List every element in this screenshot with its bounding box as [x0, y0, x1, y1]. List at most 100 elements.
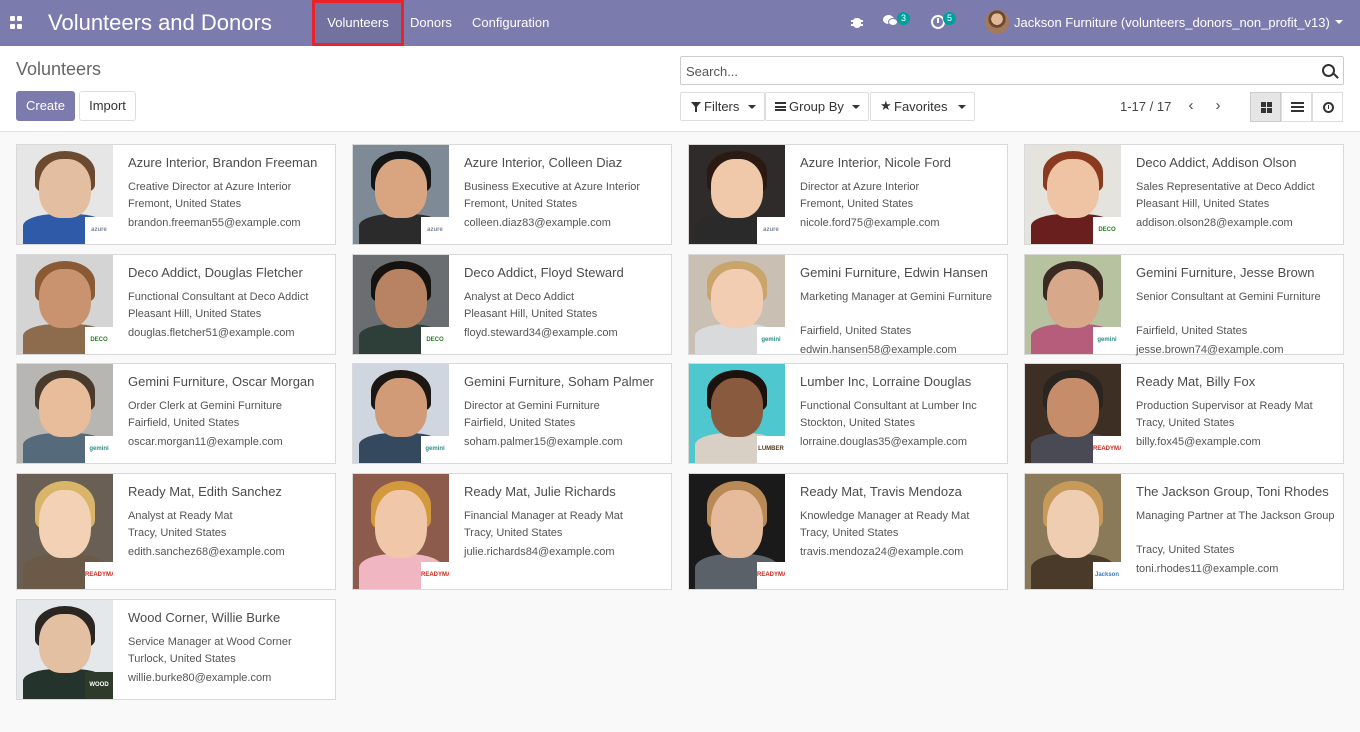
- contact-email: nicole.ford75@example.com: [800, 217, 940, 229]
- contact-email: jesse.brown74@example.com: [1136, 344, 1284, 356]
- contact-name: Azure Interior, Nicole Ford: [800, 155, 952, 170]
- company-logo-icon: gemini: [421, 436, 449, 463]
- contact-name: Lumber Inc, Lorraine Douglas: [800, 374, 972, 389]
- contact-photo: azure: [17, 145, 113, 244]
- contact-email: travis.mendoza24@example.com: [800, 546, 964, 558]
- contact-photo: READYMAT: [689, 474, 785, 589]
- caret-down-icon: [748, 105, 756, 109]
- contact-function: Senior Consultant at Gemini Furniture: [1136, 291, 1321, 303]
- user-menu-name[interactable]: Jackson Furniture (volunteers_donors_non…: [1014, 15, 1330, 30]
- contact-email: douglas.fletcher51@example.com: [128, 327, 295, 339]
- contact-card[interactable]: azure Azure Interior, Colleen Diaz Busines…: [352, 144, 672, 245]
- contact-name: The Jackson Group, Toni Rhodes: [1136, 484, 1329, 499]
- contact-function: Business Executive at Azure Interior: [464, 181, 641, 193]
- contact-location: Tracy, United States: [464, 527, 563, 539]
- apps-menu-icon[interactable]: [10, 16, 23, 29]
- contact-location: Tracy, United States: [1136, 544, 1235, 556]
- contact-card[interactable]: READYMAT Ready Mat, Edith Sanchez Analyst …: [16, 473, 336, 590]
- contact-photo: gemini: [17, 364, 113, 463]
- user-avatar[interactable]: [985, 10, 1009, 34]
- caret-down-icon: [958, 105, 966, 109]
- contact-function: Order Clerk at Gemini Furniture: [128, 400, 283, 412]
- contact-email: floyd.steward34@example.com: [464, 327, 618, 339]
- contact-photo: DECO: [353, 255, 449, 354]
- contact-photo: gemini: [353, 364, 449, 463]
- filter-icon: [691, 102, 701, 112]
- contact-card[interactable]: gemini Gemini Furniture, Oscar Morgan Orde…: [16, 363, 336, 464]
- contact-card[interactable]: DECO Deco Addict, Addison Olson Sales Repr…: [1024, 144, 1344, 245]
- contact-location: Fairfield, United States: [800, 325, 912, 337]
- pager-previous-icon[interactable]: ‹: [1184, 98, 1198, 114]
- contact-photo: READYMAT: [353, 474, 449, 589]
- contact-location: Fremont, United States: [800, 198, 914, 210]
- contact-card[interactable]: READYMAT Ready Mat, Julie Richards Financi…: [352, 473, 672, 590]
- contact-location: Fremont, United States: [128, 198, 242, 210]
- contact-function: Knowledge Manager at Ready Mat: [800, 510, 970, 522]
- import-button[interactable]: Import: [79, 91, 136, 121]
- contact-card[interactable]: azure Azure Interior, Brandon Freeman Crea…: [16, 144, 336, 245]
- contact-card[interactable]: READYMAT Ready Mat, Billy Fox Production S…: [1024, 363, 1344, 464]
- contact-location: Fairfield, United States: [128, 417, 240, 429]
- list-view-button[interactable]: [1281, 92, 1312, 122]
- filters-dropdown[interactable]: Filters: [680, 92, 765, 121]
- search-box: [680, 56, 1344, 85]
- search-icon[interactable]: [1322, 64, 1335, 77]
- contact-name: Wood Corner, Willie Burke: [128, 610, 281, 625]
- contact-email: edwin.hansen58@example.com: [800, 344, 957, 356]
- search-input[interactable]: [686, 61, 1306, 81]
- contact-email: julie.richards84@example.com: [464, 546, 615, 558]
- menu-volunteers[interactable]: Volunteers: [312, 0, 404, 46]
- contact-card[interactable]: Jackson The Jackson Group, Toni Rhodes Man…: [1024, 473, 1344, 590]
- contact-photo: READYMAT: [17, 474, 113, 589]
- contact-card[interactable]: azure Azure Interior, Nicole Ford Director…: [688, 144, 1008, 245]
- contact-location: Fairfield, United States: [1136, 325, 1248, 337]
- contact-card[interactable]: READYMAT Ready Mat, Travis Mendoza Knowled…: [688, 473, 1008, 590]
- company-logo-icon: DECO: [1093, 217, 1121, 244]
- contact-photo: azure: [689, 145, 785, 244]
- company-logo-icon: gemini: [757, 327, 785, 354]
- contact-photo: gemini: [689, 255, 785, 354]
- contact-card[interactable]: WOOD Wood Corner, Willie Burke Service Man…: [16, 599, 336, 700]
- contact-function: Functional Consultant at Lumber Inc: [800, 400, 977, 412]
- contact-photo: DECO: [1025, 145, 1121, 244]
- contact-name: Ready Mat, Travis Mendoza: [800, 484, 962, 499]
- contact-function: Director at Gemini Furniture: [464, 400, 600, 412]
- messages-count-badge: 3: [897, 12, 910, 25]
- breadcrumb-title: Volunteers: [16, 59, 102, 79]
- contact-name: Gemini Furniture, Soham Palmer: [464, 374, 655, 389]
- contact-email: addison.olson28@example.com: [1136, 217, 1293, 229]
- contact-card[interactable]: DECO Deco Addict, Floyd Steward Analyst at…: [352, 254, 672, 355]
- contact-location: Stockton, United States: [800, 417, 915, 429]
- contact-function: Financial Manager at Ready Mat: [464, 510, 623, 522]
- control-panel: Volunteers Create Import Filters Group B…: [0, 46, 1360, 132]
- contact-name: Deco Addict, Floyd Steward: [464, 265, 624, 280]
- pager-next-icon[interactable]: ›: [1211, 98, 1225, 114]
- create-button[interactable]: Create: [16, 91, 75, 121]
- contact-location: Pleasant Hill, United States: [464, 308, 598, 320]
- contact-location: Fremont, United States: [464, 198, 578, 210]
- contact-location: Tracy, United States: [800, 527, 899, 539]
- favorites-dropdown[interactable]: ★ Favorites: [870, 92, 975, 121]
- contact-photo: LUMBER: [689, 364, 785, 463]
- pager-value[interactable]: 1-17 / 17: [1120, 99, 1171, 114]
- company-logo-icon: WOOD: [85, 672, 113, 699]
- contact-card[interactable]: gemini Gemini Furniture, Jesse Brown Senio…: [1024, 254, 1344, 356]
- company-logo-icon: DECO: [421, 327, 449, 354]
- contact-card[interactable]: gemini Gemini Furniture, Edwin Hansen Mark…: [688, 254, 1008, 356]
- contact-location: Tracy, United States: [1136, 417, 1235, 429]
- contact-location: Tracy, United States: [128, 527, 227, 539]
- menu-donors[interactable]: Donors: [410, 0, 452, 46]
- debug-bug-icon[interactable]: [851, 15, 863, 28]
- kanban-view-button[interactable]: [1250, 92, 1281, 122]
- contact-card[interactable]: gemini Gemini Furniture, Soham Palmer Dire…: [352, 363, 672, 464]
- user-menu-caret-icon[interactable]: [1335, 20, 1343, 24]
- contact-name: Ready Mat, Julie Richards: [464, 484, 616, 499]
- messages-icon[interactable]: [883, 15, 898, 27]
- contact-email: soham.palmer15@example.com: [464, 436, 623, 448]
- activity-view-button[interactable]: [1312, 92, 1343, 122]
- contact-card[interactable]: LUMBER Lumber Inc, Lorraine Douglas Functi…: [688, 363, 1008, 464]
- group-by-dropdown[interactable]: Group By: [765, 92, 869, 121]
- contact-card[interactable]: DECO Deco Addict, Douglas Fletcher Functio…: [16, 254, 336, 355]
- menu-configuration[interactable]: Configuration: [472, 0, 549, 46]
- company-logo-icon: azure: [85, 217, 113, 244]
